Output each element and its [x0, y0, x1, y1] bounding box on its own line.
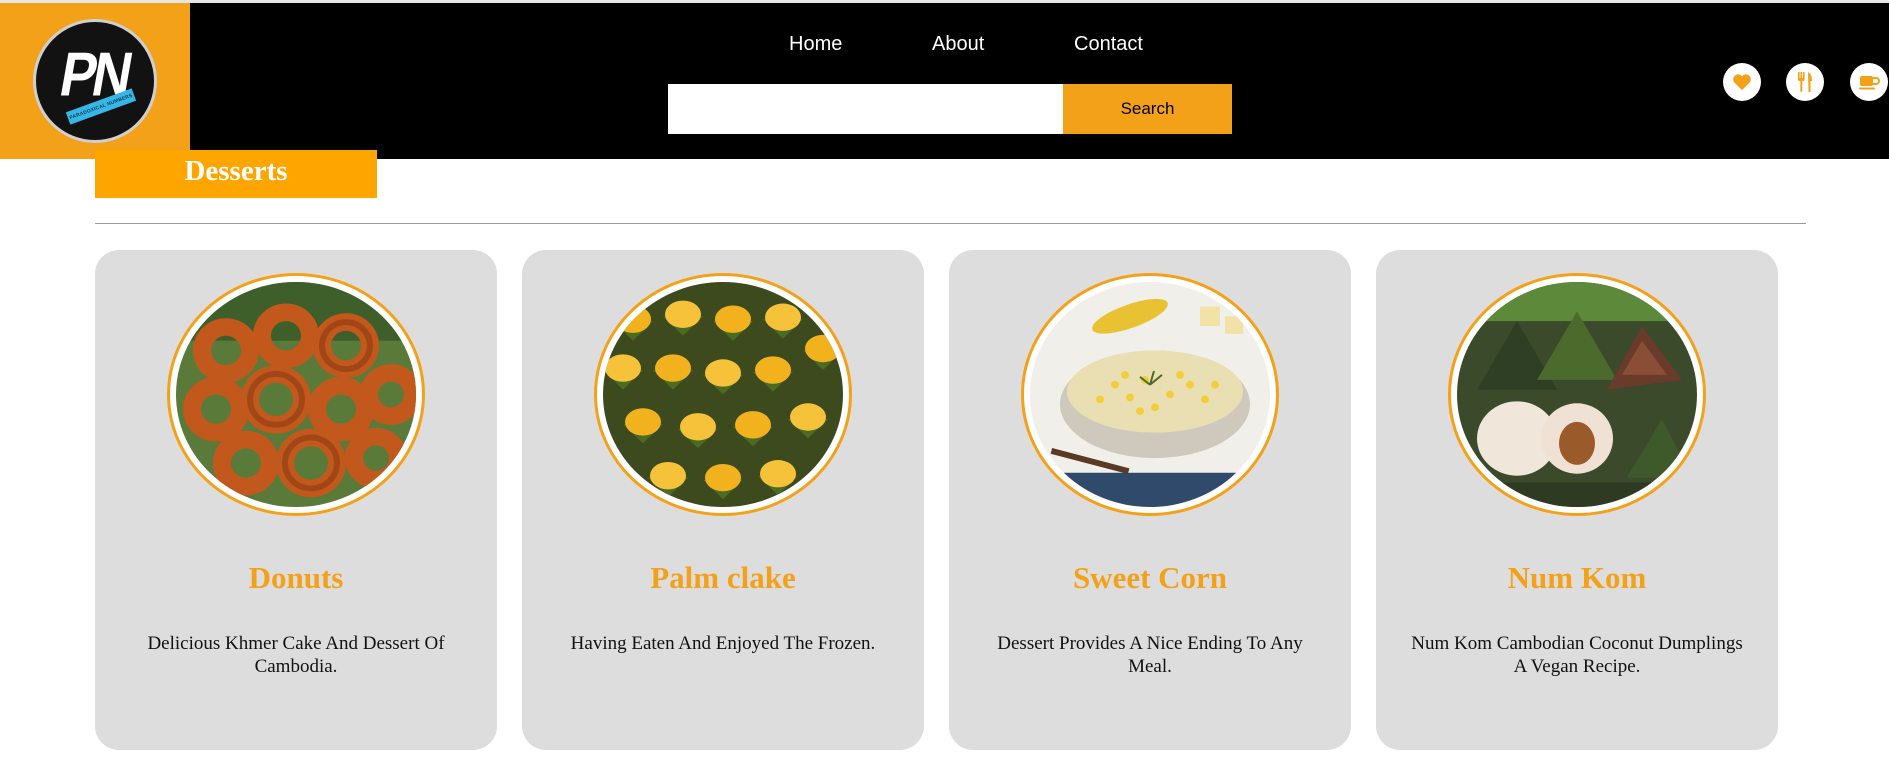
- card-title: Palm clake: [650, 560, 796, 595]
- dessert-card-donuts[interactable]: Donuts Delicious Khmer Cake And Dessert …: [95, 250, 497, 750]
- utensils-icon[interactable]: [1786, 63, 1824, 101]
- coffee-cup-icon[interactable]: [1850, 63, 1888, 101]
- section-tab: Desserts: [95, 150, 377, 198]
- dessert-card-sweet-corn[interactable]: Sweet Corn Dessert Provides A Nice Endin…: [949, 250, 1351, 750]
- card-title: Num Kom: [1507, 560, 1647, 595]
- section-title: Desserts: [184, 154, 288, 187]
- heart-icon[interactable]: [1723, 63, 1761, 101]
- section-divider: [95, 223, 1806, 224]
- nav-about-link[interactable]: About: [932, 33, 984, 56]
- search-button[interactable]: Search: [1063, 84, 1232, 134]
- nav-contact-link[interactable]: Contact: [1074, 33, 1143, 56]
- page: PN PARADOXICAL NUMBERS Home About Contac…: [0, 0, 1889, 780]
- site-header: PN PARADOXICAL NUMBERS Home About Contac…: [0, 3, 1889, 159]
- card-description: Dessert Provides A Nice Ending To Any Me…: [997, 633, 1303, 677]
- donuts-photo: [167, 273, 425, 516]
- search-input[interactable]: [668, 84, 1063, 134]
- card-description: Having Eaten And Enjoyed The Frozen.: [570, 633, 876, 654]
- card-title: Sweet Corn: [1072, 560, 1228, 595]
- num-kom-photo: [1448, 273, 1706, 516]
- dessert-card-num-kom[interactable]: Num Kom Num Kom Cambodian Coconut Dumpli…: [1376, 250, 1778, 750]
- card-title: Donuts: [248, 560, 344, 595]
- nav-home-link[interactable]: Home: [789, 33, 842, 56]
- palm-cake-photo: [594, 273, 852, 516]
- dessert-card-palm-cake[interactable]: Palm clake Having Eaten And Enjoyed The …: [522, 250, 924, 750]
- card-description: Num Kom Cambodian Coconut Dumplings A Ve…: [1411, 633, 1743, 677]
- logo[interactable]: PN PARADOXICAL NUMBERS: [0, 3, 190, 159]
- sweet-corn-photo: [1021, 273, 1279, 516]
- main-nav: Home About Contact: [0, 33, 1889, 59]
- card-description: Delicious Khmer Cake And Dessert Of Camb…: [147, 633, 445, 677]
